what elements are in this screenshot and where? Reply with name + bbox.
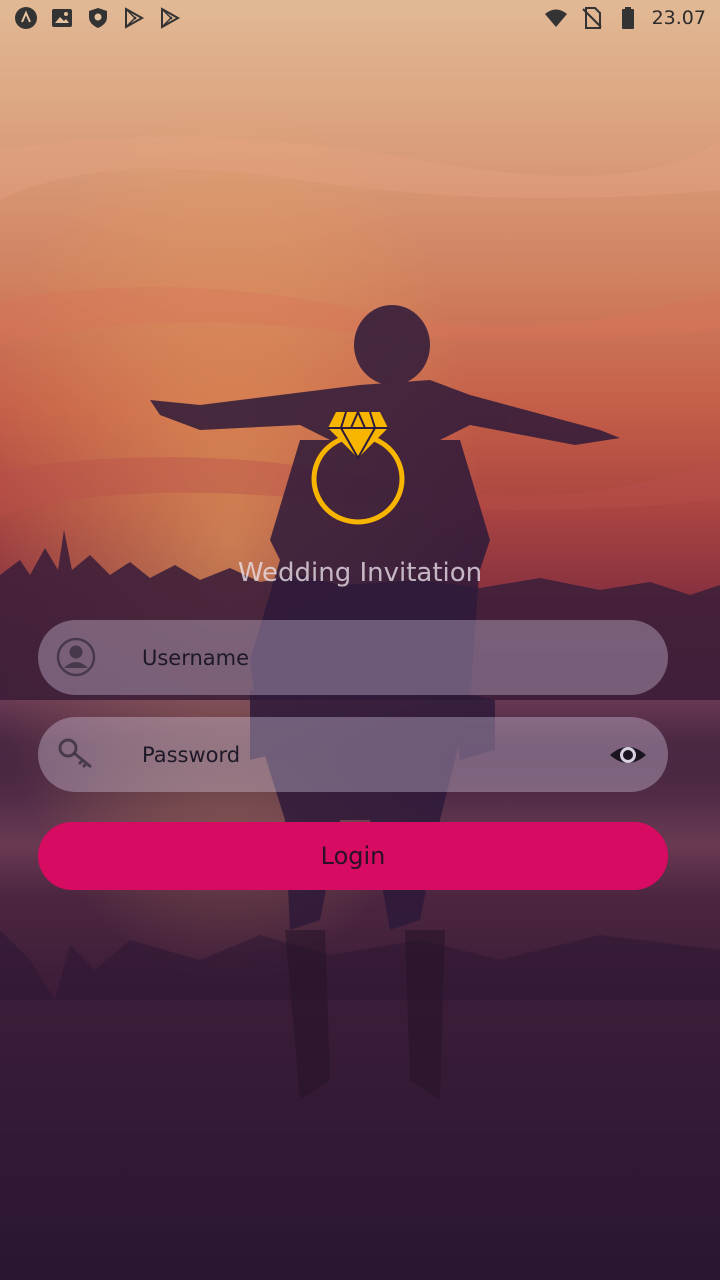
battery-icon xyxy=(621,7,634,29)
status-bar-system: 23.07 xyxy=(544,6,706,30)
app-title: Wedding Invitation xyxy=(237,558,483,588)
login-screen: 23.07 Wedding Invitation Login xyxy=(0,0,720,1280)
password-field[interactable] xyxy=(38,717,668,792)
username-field[interactable] xyxy=(38,620,668,695)
user-avatar-icon xyxy=(56,637,96,677)
login-button[interactable]: Login xyxy=(38,822,668,890)
username-input[interactable] xyxy=(142,620,622,695)
gallery-icon xyxy=(52,9,72,27)
shield-icon xyxy=(89,8,107,28)
status-bar-notifications xyxy=(14,6,182,30)
status-bar: 23.07 xyxy=(0,0,720,36)
key-icon xyxy=(58,738,92,769)
password-input[interactable] xyxy=(142,717,622,792)
no-sim-icon xyxy=(581,7,602,29)
app-logo-icon xyxy=(15,7,37,29)
eye-icon[interactable] xyxy=(608,735,648,775)
play-store-icon xyxy=(161,7,181,29)
diamond-ring-icon xyxy=(311,411,405,525)
wifi-icon xyxy=(544,9,567,27)
status-time: 23.07 xyxy=(651,7,706,29)
play-store-icon xyxy=(125,7,145,29)
